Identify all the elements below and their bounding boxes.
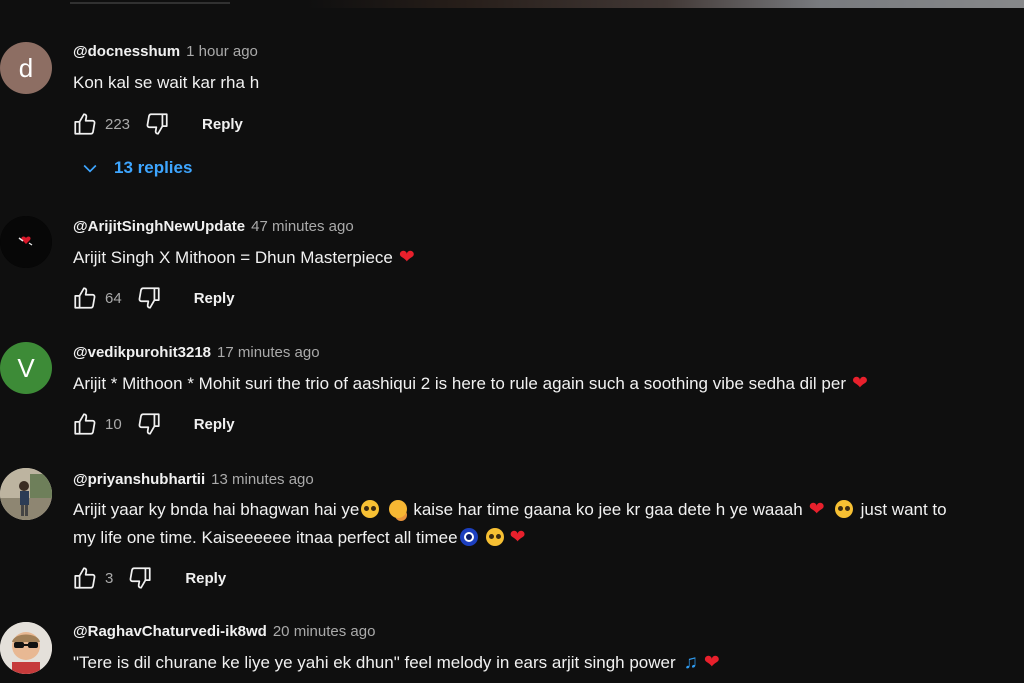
like-icon[interactable]	[72, 285, 98, 311]
like-count: 223	[105, 115, 131, 133]
avatar[interactable]	[0, 622, 52, 674]
comment-text-body: just want to	[860, 500, 947, 519]
dislike-icon[interactable]	[136, 411, 162, 437]
red-heart-emoji: ❤	[852, 373, 868, 394]
avatar[interactable]	[0, 216, 52, 268]
comment-text-body: my life one time. Kaiseeeeee itnaa perfe…	[73, 528, 458, 547]
comment-header: @ArijitSinghNewUpdate 47 minutes ago	[73, 218, 354, 235]
red-heart-emoji: ❤	[808, 499, 825, 520]
comment-text-line2: my life one time. Kaiseeeeee itnaa perfe…	[73, 524, 526, 552]
comment-text-body: Arijit * Mithoon * Mohit suri the trio o…	[73, 374, 846, 393]
like-count: 3	[105, 569, 114, 587]
previous-content-edge	[0, 0, 1024, 8]
comment-text: Arijit Singh X Mithoon = Dhun Masterpiec…	[73, 244, 415, 272]
comment-header: @RaghavChaturvedi-ik8wd 20 minutes ago	[73, 623, 375, 640]
reply-button[interactable]: Reply	[185, 570, 226, 587]
like-count: 10	[105, 415, 122, 433]
comment-text: Arijit * Mithoon * Mohit suri the trio o…	[73, 370, 868, 398]
comment-time[interactable]: 17 minutes ago	[217, 344, 320, 361]
musical-notes-emoji: ♫	[683, 652, 698, 673]
comment-time[interactable]: 1 hour ago	[186, 43, 258, 60]
comment-time[interactable]: 20 minutes ago	[273, 623, 376, 640]
comment-author[interactable]: @ArijitSinghNewUpdate	[73, 218, 245, 235]
avatar[interactable]: V	[0, 342, 52, 394]
comment-actions: 10 Reply	[72, 411, 235, 437]
chevron-down-icon	[83, 164, 97, 173]
red-heart-emoji: ❤	[509, 527, 526, 548]
comment-author[interactable]: @vedikpurohit3218	[73, 344, 211, 361]
red-heart-emoji: ❤	[398, 247, 415, 268]
dislike-icon[interactable]	[127, 565, 153, 591]
like-icon[interactable]	[72, 111, 98, 137]
comment-text: Kon kal se wait kar rha h	[73, 73, 260, 92]
comment-author[interactable]: @priyanshubhartii	[73, 471, 205, 488]
comment-text-body: kaise har time gaana ko jee kr gaa dete …	[413, 500, 803, 519]
view-replies-button[interactable]: 13 replies	[80, 158, 192, 178]
comment-author[interactable]: @RaghavChaturvedi-ik8wd	[73, 623, 267, 640]
red-heart-emoji: ❤	[703, 652, 720, 673]
heart-bird-icon	[0, 216, 52, 268]
photo-sunglasses-icon	[0, 622, 52, 674]
photo-person-icon	[0, 468, 52, 520]
replies-count-label: 13 replies	[114, 158, 193, 177]
dislike-icon[interactable]	[144, 111, 170, 137]
like-count: 64	[105, 289, 122, 307]
hugging-face-emoji	[389, 500, 408, 518]
pleading-face-emoji	[485, 528, 504, 546]
comment-text-body: Arijit Singh X Mithoon = Dhun Masterpiec…	[73, 248, 393, 267]
dislike-icon[interactable]	[136, 285, 162, 311]
reply-button[interactable]: Reply	[194, 416, 235, 433]
comment-text: Arijit yaar ky bnda hai bhagwan hai ye ka…	[73, 496, 947, 524]
like-icon[interactable]	[72, 411, 98, 437]
comment-header: @priyanshubhartii 13 minutes ago	[73, 471, 314, 488]
comment-time[interactable]: 47 minutes ago	[251, 218, 354, 235]
like-icon[interactable]	[72, 565, 98, 591]
avatar[interactable]	[0, 468, 52, 520]
comment-text-body: Arijit yaar ky bnda hai bhagwan hai ye	[73, 500, 360, 519]
comment-time[interactable]: 13 minutes ago	[211, 471, 314, 488]
pleading-face-emoji	[361, 500, 380, 518]
comment-header: @vedikpurohit3218 17 minutes ago	[73, 344, 320, 361]
comment-text-body: "Tere is dil churane ke liye ye yahi ek …	[73, 653, 676, 672]
reply-button[interactable]: Reply	[194, 290, 235, 307]
comment-actions: 223 Reply	[72, 111, 243, 137]
avatar-letter: d	[18, 52, 34, 83]
comment-author[interactable]: @docnesshum	[73, 43, 180, 60]
nazar-amulet-emoji	[459, 528, 478, 546]
comment-header: @docnesshum 1 hour ago	[73, 43, 258, 60]
reply-button[interactable]: Reply	[202, 116, 243, 133]
comment-actions: 64 Reply	[72, 285, 235, 311]
comment-text: "Tere is dil churane ke liye ye yahi ek …	[73, 649, 720, 677]
avatar-letter: V	[17, 352, 35, 383]
comment-actions: 3 Reply	[72, 565, 226, 591]
pleading-face-emoji	[834, 500, 853, 518]
avatar[interactable]: d	[0, 42, 52, 94]
